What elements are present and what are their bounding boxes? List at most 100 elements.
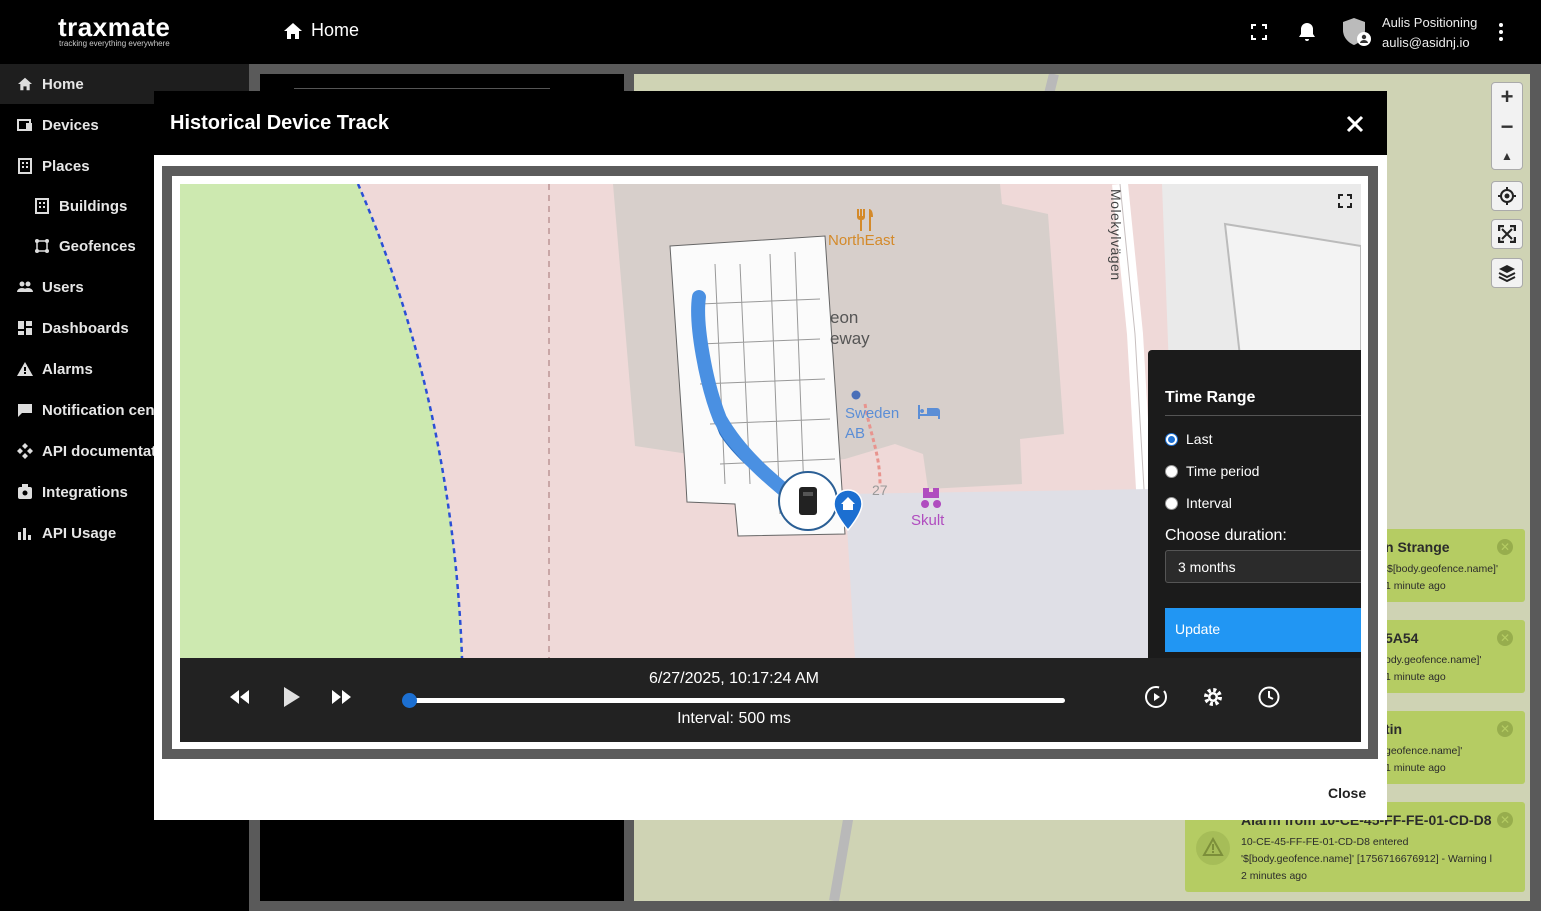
toast-close-icon[interactable]: ✕ <box>1497 630 1513 646</box>
map-number-label: 27 <box>872 482 888 498</box>
sidebar-item-label: Places <box>42 157 90 175</box>
track-map[interactable]: NorthEast Molekylvägen eon eway Sweden A… <box>180 184 1361 658</box>
location-pin-icon[interactable] <box>833 489 863 531</box>
dashboard-icon <box>18 321 32 335</box>
panel-divider <box>294 88 550 89</box>
toast-title: tin <box>1385 721 1403 737</box>
toast-line: '$[body.geofence.name]' <box>1385 563 1498 575</box>
toast-title: n Strange <box>1385 539 1450 555</box>
map-fullscreen-icon[interactable] <box>1337 193 1353 209</box>
modal-title: Historical Device Track <box>170 112 390 134</box>
modal-header: Historical Device Track <box>154 91 1387 155</box>
user-name: Aulis Positioning <box>1382 15 1478 30</box>
sidebar-item-label: Integrations <box>42 483 128 501</box>
restaurant-icon <box>857 209 873 231</box>
time-range-panel: Time Range Last Time period Interval Cho… <box>1148 350 1361 658</box>
devices-icon <box>17 119 32 131</box>
toast-time: 1 minute ago <box>1385 762 1446 774</box>
radio-time-period[interactable]: Time period <box>1165 463 1259 479</box>
sidebar-item-label: Dashboards <box>42 319 129 337</box>
zoom-in-button[interactable]: + <box>1501 82 1514 112</box>
usage-icon <box>18 528 31 540</box>
update-button[interactable]: Update <box>1165 608 1361 652</box>
playback-timestamp: 6/27/2025, 10:17:24 AM <box>649 670 819 687</box>
update-label: Update <box>1175 621 1221 637</box>
radio-button[interactable] <box>1165 464 1178 478</box>
duration-value: 3 months <box>1178 559 1236 575</box>
compass-icon[interactable]: ▲ <box>1501 142 1513 170</box>
map-fullscreen-button[interactable] <box>1491 219 1523 249</box>
zoom-controls: + − ▲ <box>1491 82 1523 170</box>
toast-close-icon[interactable]: ✕ <box>1497 539 1513 555</box>
toast-line: geofence.name]' <box>1385 745 1463 757</box>
logo-tagline: tracking everything everywhere <box>59 39 170 48</box>
close-button[interactable]: Close <box>1328 785 1366 801</box>
toast-close-icon[interactable]: ✕ <box>1497 812 1513 828</box>
map-poi-label: AB <box>845 425 866 442</box>
playback-slider-handle[interactable] <box>402 693 417 708</box>
traxmate-logo[interactable]: traxmate tracking everything everywhere <box>58 12 193 52</box>
gear-icon <box>1204 688 1222 706</box>
replay-icon <box>1145 686 1167 708</box>
duration-select[interactable]: 3 months <box>1165 550 1361 583</box>
radio-button[interactable] <box>1165 432 1178 446</box>
users-icon <box>17 281 33 292</box>
settings-button[interactable] <box>1200 684 1226 710</box>
bell-icon[interactable] <box>1295 20 1319 44</box>
historical-track-modal: Historical Device Track NorthEast Moleky… <box>154 91 1387 820</box>
close-icon[interactable] <box>1342 111 1368 137</box>
breadcrumb[interactable]: Home <box>283 20 359 41</box>
time-range-divider <box>1165 415 1361 416</box>
toast-body: ody.geofence.name]' 1 minute ago <box>1385 652 1481 686</box>
toast-line: '$[body.geofence.name]' [1756716676912] … <box>1241 853 1492 865</box>
toast-title: 5A54 <box>1385 630 1419 646</box>
hotel-icon <box>918 405 940 419</box>
rewind-icon <box>230 690 249 704</box>
locate-button[interactable] <box>1491 181 1523 211</box>
sidebar-item-label: Buildings <box>59 197 128 215</box>
home-icon <box>18 77 32 91</box>
warning-icon <box>17 362 33 376</box>
toast-time: 2 minutes ago <box>1241 870 1307 882</box>
notification-icon <box>18 404 32 417</box>
toast-close-icon[interactable]: ✕ <box>1497 721 1513 737</box>
fullscreen-icon[interactable] <box>1247 20 1271 44</box>
locate-icon <box>1498 187 1516 205</box>
layers-button[interactable] <box>1491 258 1523 288</box>
device-icon <box>799 487 817 515</box>
playback-slider-track[interactable] <box>405 698 1065 703</box>
warning-icon <box>1196 831 1230 865</box>
radio-interval[interactable]: Interval <box>1165 495 1232 511</box>
building-icon <box>35 198 49 214</box>
toast-time: 1 minute ago <box>1385 580 1446 592</box>
sidebar-item-label: Geofences <box>59 237 136 255</box>
toast-body: '$[body.geofence.name]' 1 minute ago <box>1385 561 1498 595</box>
radio-button[interactable] <box>1165 496 1178 510</box>
map-frame: NorthEast Molekylvägen eon eway Sweden A… <box>162 166 1378 759</box>
play-icon <box>284 687 300 707</box>
layers-icon <box>1498 265 1516 282</box>
map-frame-inner: NorthEast Molekylvägen eon eway Sweden A… <box>172 176 1368 749</box>
radio-label: Interval <box>1186 495 1232 511</box>
toast-body: geofence.name]' 1 minute ago <box>1385 743 1462 777</box>
toast-body: 10-CE-45-FF-FE-01-CD-D8 entered '$[body.g… <box>1241 834 1492 885</box>
radio-last[interactable]: Last <box>1165 431 1212 447</box>
breadcrumb-label: Home <box>311 20 360 40</box>
more-vertical-icon[interactable] <box>1489 20 1513 44</box>
shop-icon <box>921 488 942 508</box>
radio-label: Time period <box>1186 463 1260 479</box>
time-range-button[interactable] <box>1256 684 1282 710</box>
sidebar-item-label: Users <box>42 278 84 296</box>
sidebar-item-label: API documentati <box>42 442 161 460</box>
map-poi-label: eway <box>830 329 870 348</box>
replay-button[interactable] <box>1143 684 1169 710</box>
radio-label: Last <box>1186 431 1213 447</box>
account-shield-icon[interactable] <box>1341 16 1373 48</box>
playback-interval: Interval: 500 ms <box>677 710 791 727</box>
toast-line: 10-CE-45-FF-FE-01-CD-D8 entered <box>1241 836 1409 848</box>
device-marker[interactable] <box>778 471 838 531</box>
clock-icon <box>1258 686 1280 708</box>
user-email: aulis@asidnj.io <box>1382 35 1470 50</box>
home-icon <box>284 22 302 39</box>
zoom-out-button[interactable]: − <box>1501 112 1514 142</box>
